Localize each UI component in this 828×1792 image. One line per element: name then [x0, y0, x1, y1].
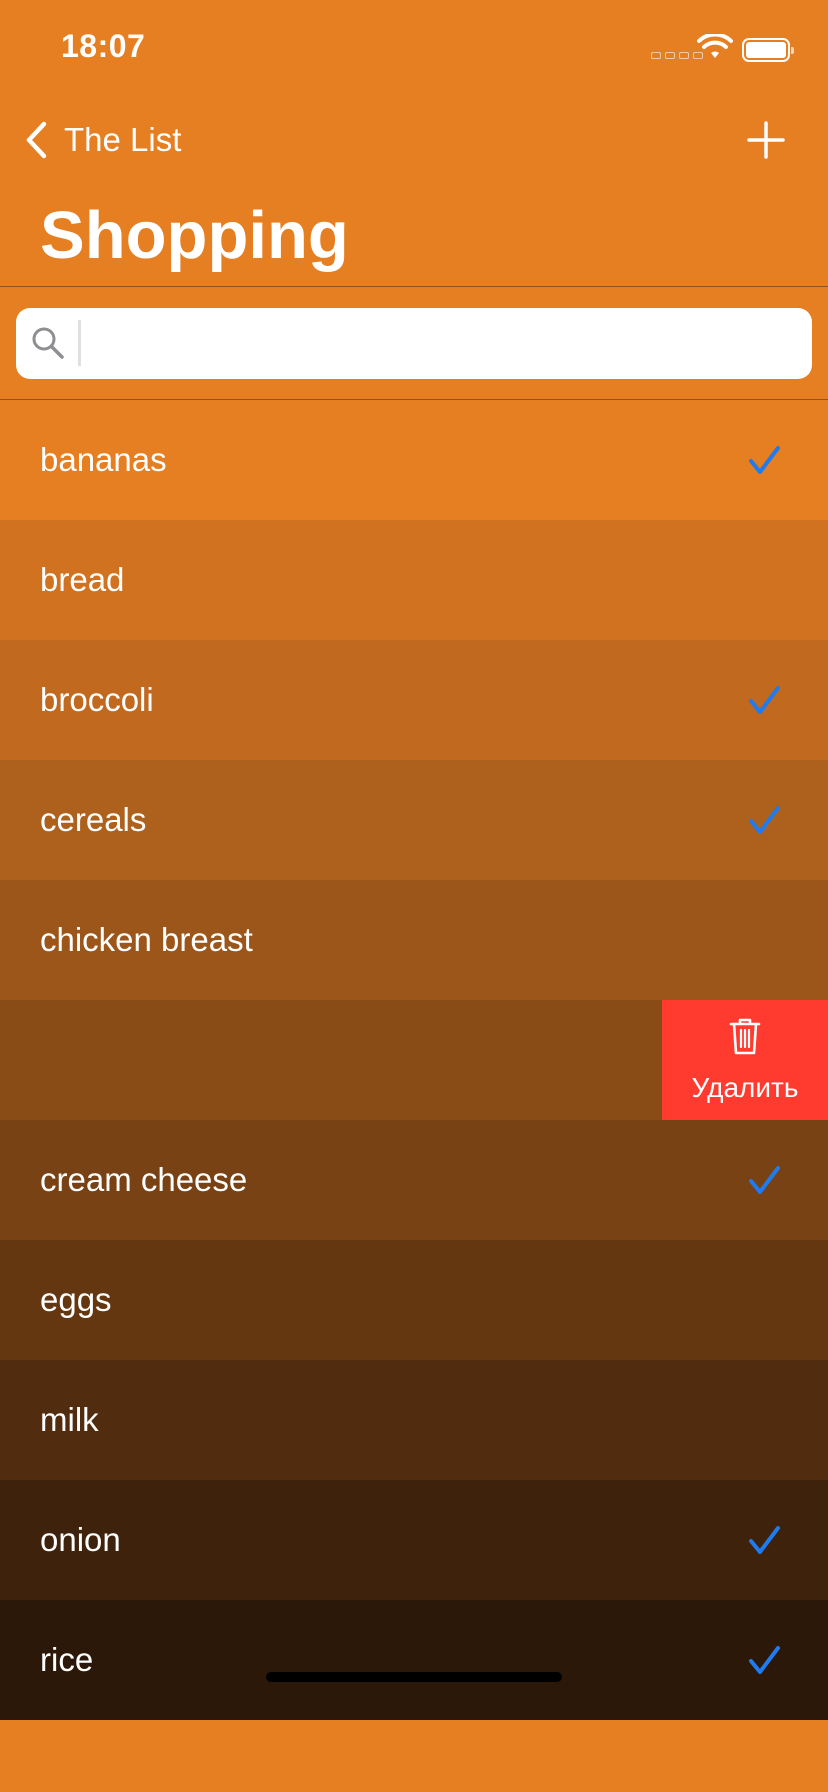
list-item-label: onion	[40, 1521, 121, 1558]
checkmark-icon	[749, 686, 780, 714]
list-item-label: cereals	[40, 801, 147, 838]
checkmark-icon	[749, 1526, 780, 1554]
back-button[interactable]: The List	[24, 118, 181, 162]
list-item-label: broccoli	[40, 681, 154, 718]
list-item[interactable]: rice	[0, 1600, 828, 1720]
navigation-bar: The List Shopping	[0, 100, 828, 287]
text-caret	[78, 320, 81, 366]
home-indicator[interactable]	[266, 1672, 562, 1682]
page-title: Shopping	[40, 198, 349, 273]
list-item-label: bananas	[40, 441, 167, 478]
list-item[interactable]: broccoli	[0, 640, 828, 760]
list-item[interactable]: onion	[0, 1480, 828, 1600]
checkmark-icon	[749, 446, 780, 474]
delete-label: Удалить	[691, 1072, 799, 1103]
cellular-signal-icon	[651, 52, 703, 59]
list-item[interactable]: chicken breast	[0, 880, 828, 1000]
list-item-label: chicken breast	[40, 921, 253, 958]
wifi-icon	[697, 34, 733, 58]
list-item-label: rice	[40, 1641, 94, 1678]
list-item[interactable]: cereals	[0, 760, 828, 880]
list-item[interactable]: milk	[0, 1360, 828, 1480]
search-input[interactable]	[88, 308, 792, 381]
battery-icon	[742, 38, 794, 62]
list-item[interactable]: cream cheese	[0, 1120, 828, 1240]
list-item-label: milk	[40, 1401, 99, 1438]
list-item-label: cream cheese	[40, 1161, 248, 1198]
chevron-left-icon	[26, 121, 47, 159]
plus-icon[interactable]	[746, 120, 786, 160]
shopping-list: bananas bread broccoli cereals chicken breas…	[0, 400, 828, 1720]
list-item[interactable]: eggs	[0, 1240, 828, 1360]
back-label: The List	[64, 121, 182, 158]
search-field[interactable]	[16, 308, 812, 381]
list-item-label: eggs	[40, 1281, 112, 1318]
checkmark-icon	[749, 806, 780, 834]
search-bar	[0, 287, 828, 400]
search-icon	[32, 327, 64, 359]
list-item-swiped[interactable]: Удалить	[0, 1000, 828, 1120]
checkmark-icon	[749, 1646, 780, 1674]
status-bar: 18:07	[0, 0, 828, 100]
status-time: 18:07	[61, 28, 146, 64]
list-item[interactable]: bananas	[0, 400, 828, 520]
list-item-label: bread	[40, 561, 125, 598]
checkmark-icon	[749, 1166, 780, 1194]
delete-button[interactable]: Удалить	[662, 1000, 828, 1120]
trash-icon	[729, 1018, 761, 1055]
list-item[interactable]: bread	[0, 520, 828, 640]
